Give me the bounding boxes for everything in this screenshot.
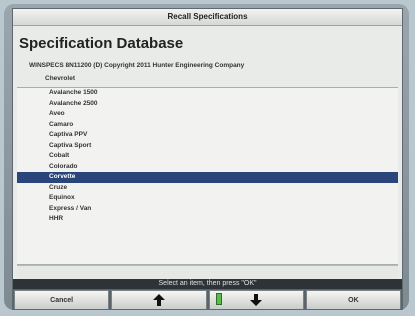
list-item[interactable]: Camaro	[17, 120, 398, 131]
cancel-button[interactable]: Cancel	[14, 290, 110, 309]
list-item[interactable]: Cobalt	[17, 151, 398, 162]
copyright-text: WINSPECS 8N11200 (D) Copyright 2011 Hunt…	[29, 62, 245, 69]
make-label: Chevrolet	[45, 75, 75, 82]
status-indicator	[216, 293, 222, 305]
scroll-down-button[interactable]	[208, 290, 304, 309]
status-text: Select an item, then press "OK"	[13, 279, 402, 289]
list-item-selected[interactable]: Corvette	[17, 172, 398, 183]
arrow-down-icon	[250, 294, 263, 306]
list-item[interactable]: Captiva Sport	[17, 141, 398, 152]
page-title: Specification Database	[19, 35, 184, 52]
ok-button[interactable]: OK	[305, 290, 401, 309]
list-item[interactable]: Express / Van	[17, 204, 398, 215]
model-list[interactable]: Avalanche 1500 Avalanche 2500 Aveo Camaro Ca…	[17, 87, 398, 265]
list-item[interactable]: HHR	[17, 214, 398, 225]
button-bar: Cancel OK	[13, 289, 402, 309]
spec-window: Recall Specifications Specification Data…	[12, 8, 403, 310]
list-item[interactable]: Captiva PPV	[17, 130, 398, 141]
list-item[interactable]: Aveo	[17, 109, 398, 120]
scroll-up-button[interactable]	[111, 290, 207, 309]
window-title: Recall Specifications	[13, 9, 402, 26]
list-item[interactable]: Avalanche 2500	[17, 99, 398, 110]
list-item[interactable]: Avalanche 1500	[17, 88, 398, 99]
list-item[interactable]: Cruze	[17, 183, 398, 194]
list-item[interactable]: Equinox	[17, 193, 398, 204]
list-item[interactable]: Colorado	[17, 162, 398, 173]
list-footer	[17, 265, 398, 280]
arrow-up-icon	[152, 294, 165, 306]
